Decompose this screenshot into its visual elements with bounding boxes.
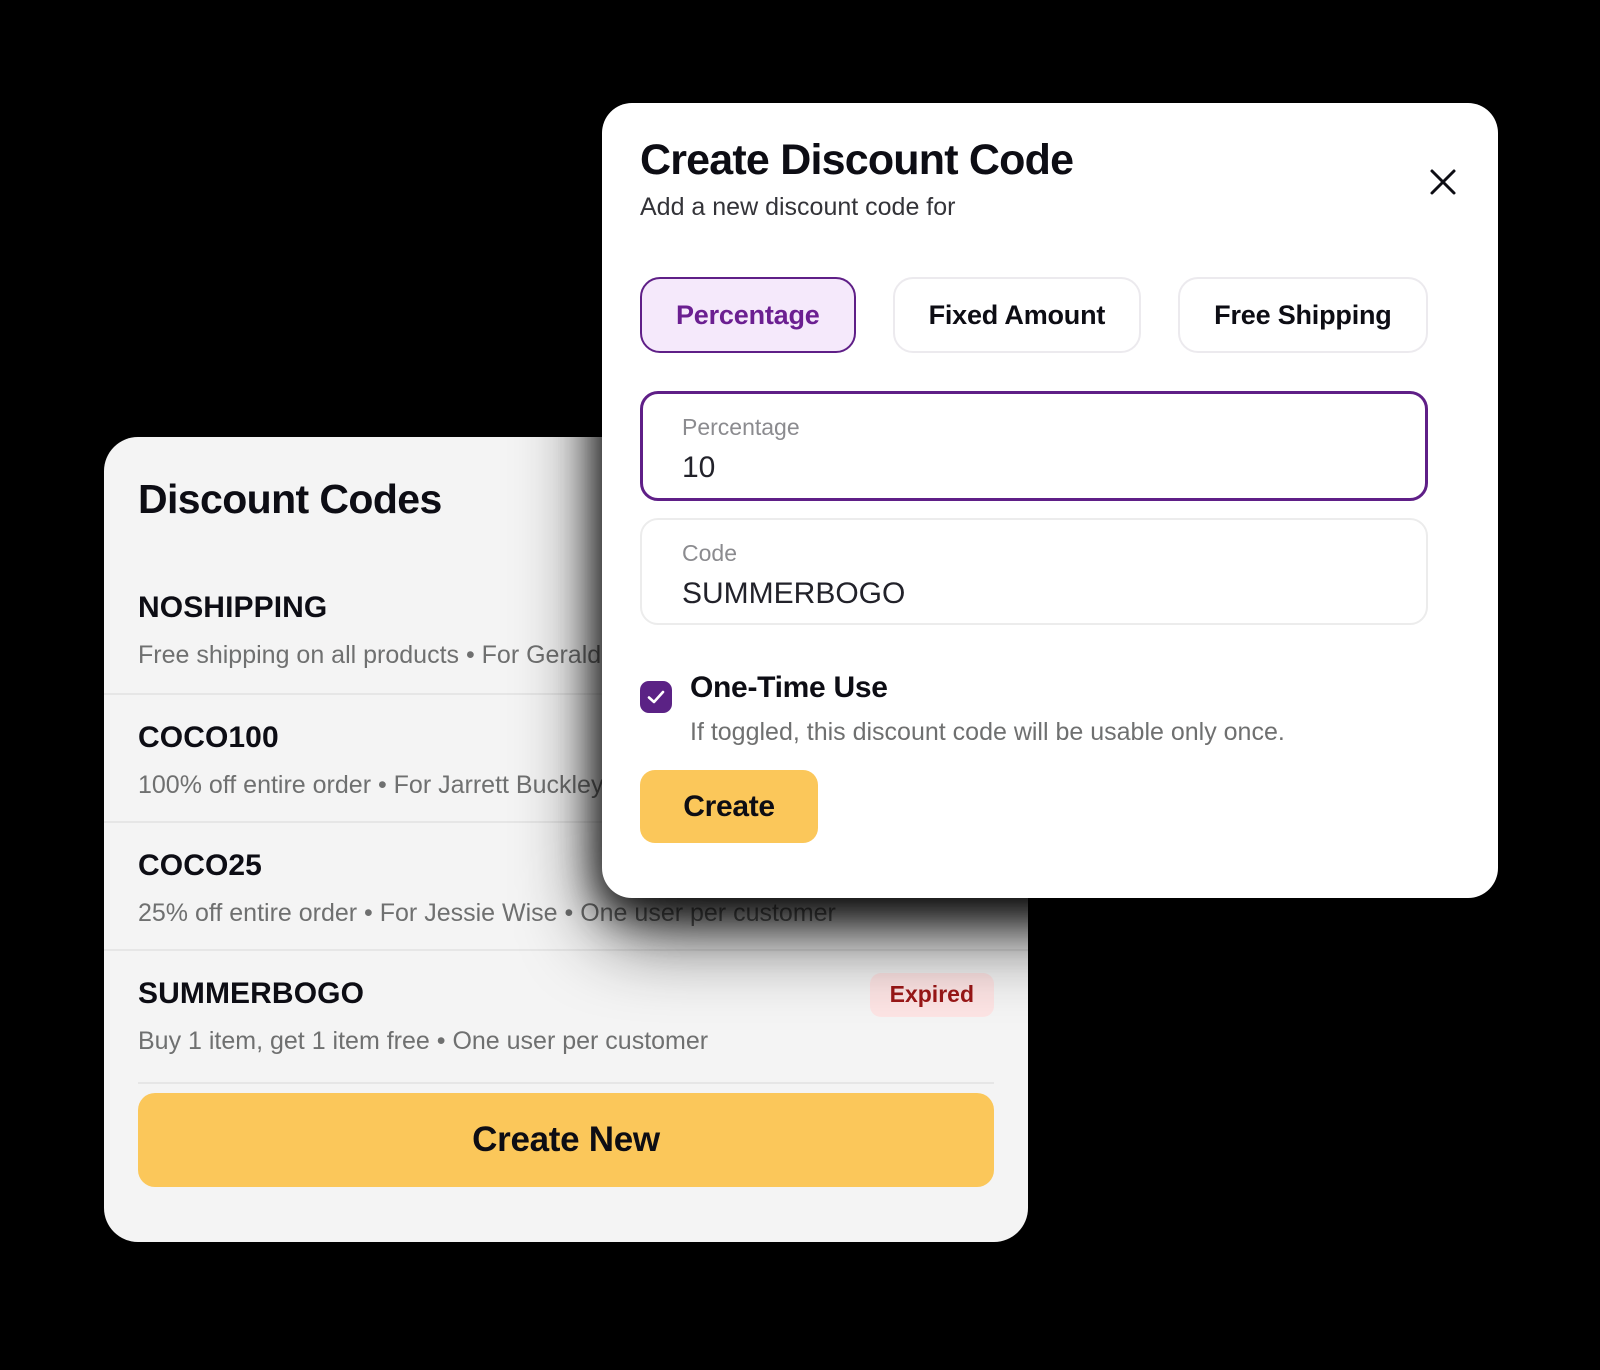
modal-title: Create Discount Code xyxy=(640,136,1074,184)
percentage-field-value[interactable]: 10 xyxy=(682,453,715,483)
create-discount-code-modal: Create Discount Code Add a new discount … xyxy=(602,103,1498,898)
one-time-use-description: If toggled, this discount code will be u… xyxy=(690,718,1285,746)
discount-code-name: SUMMERBOGO xyxy=(138,977,364,1010)
code-field[interactable]: Code SUMMERBOGO xyxy=(640,518,1428,625)
modal-subtitle: Add a new discount code for xyxy=(640,193,956,221)
check-icon xyxy=(645,686,667,708)
discount-codes-title: Discount Codes xyxy=(138,476,442,522)
create-new-button[interactable]: Create New xyxy=(138,1093,994,1187)
discount-code-name: COCO25 xyxy=(138,849,262,882)
discount-code-description: Buy 1 item, get 1 item free • One user p… xyxy=(138,1027,709,1055)
close-icon xyxy=(1428,167,1458,197)
discount-code-name: COCO100 xyxy=(138,721,279,754)
discount-type-percentage[interactable]: Percentage xyxy=(640,277,856,353)
close-button[interactable] xyxy=(1426,165,1460,199)
status-badge: Expired xyxy=(869,973,994,1017)
discount-code-description: 100% off entire order • For Jarrett Buck… xyxy=(138,771,604,799)
one-time-use-checkbox[interactable] xyxy=(640,681,672,713)
create-button[interactable]: Create xyxy=(640,770,818,843)
discount-type-toggle-group: Percentage Fixed Amount Free Shipping xyxy=(640,277,1428,353)
one-time-use-title: One-Time Use xyxy=(690,671,888,704)
discount-code-description: 25% off entire order • For Jessie Wise •… xyxy=(138,899,836,927)
screen-root: Discount Codes NOSHIPPING Free shipping … xyxy=(0,0,1600,1370)
code-field-value[interactable]: SUMMERBOGO xyxy=(682,579,905,609)
discount-type-fixed-amount[interactable]: Fixed Amount xyxy=(892,277,1142,353)
percentage-field[interactable]: Percentage 10 xyxy=(640,391,1428,501)
discount-type-free-shipping[interactable]: Free Shipping xyxy=(1178,277,1428,353)
divider xyxy=(138,1082,994,1084)
discount-code-name: NOSHIPPING xyxy=(138,591,328,624)
list-item[interactable]: SUMMERBOGO Buy 1 item, get 1 item free •… xyxy=(104,949,1028,1077)
percentage-field-label: Percentage xyxy=(682,414,800,440)
discount-code-description: Free shipping on all products • For Gera… xyxy=(138,641,602,669)
code-field-label: Code xyxy=(682,540,737,566)
